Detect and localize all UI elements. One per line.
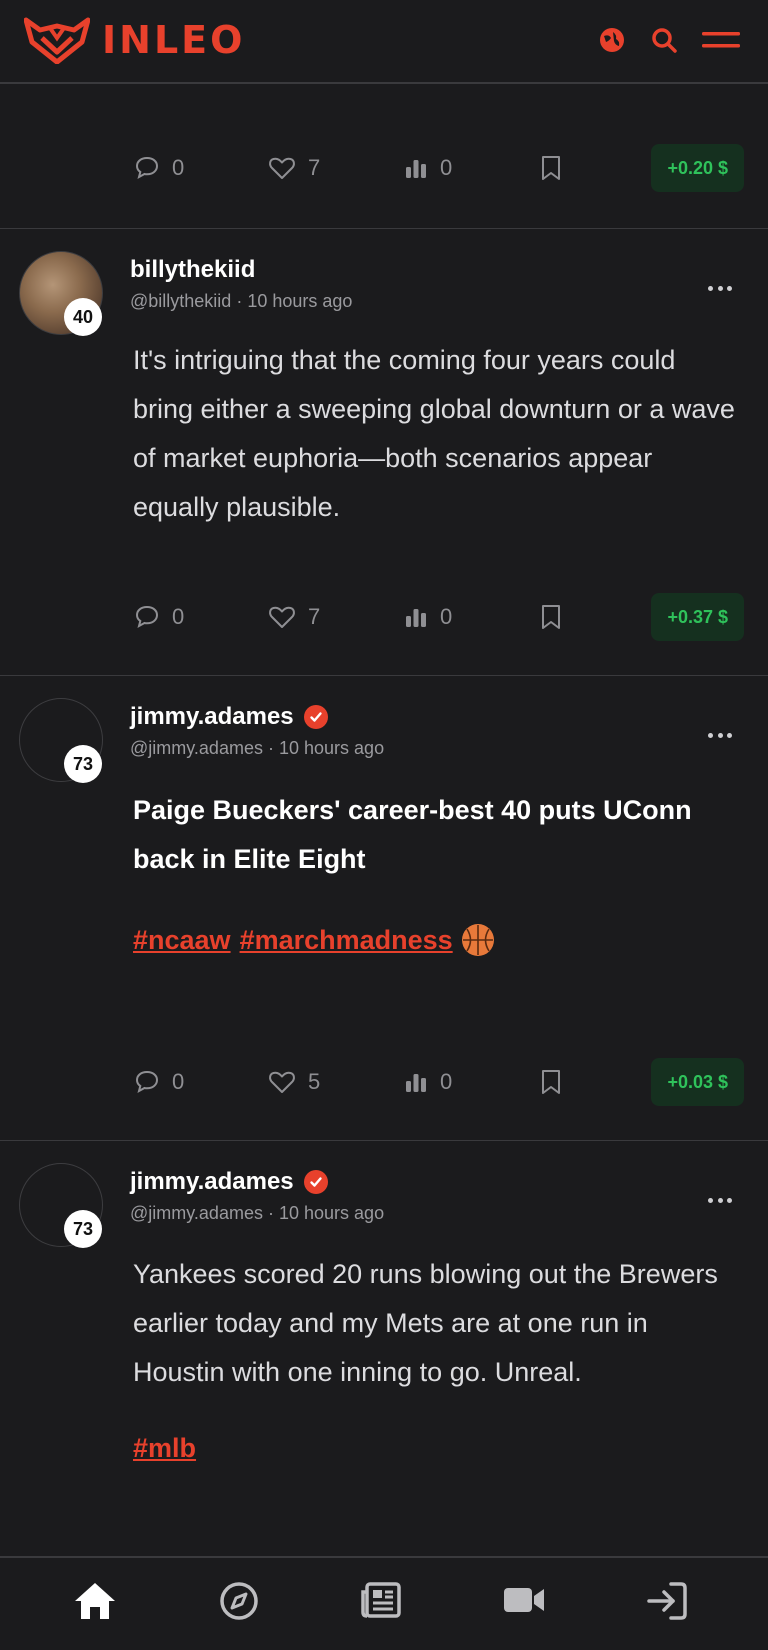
like-button[interactable]: 7 (268, 593, 320, 641)
post-text: It's intriguing that the coming four yea… (133, 345, 735, 522)
reputation-badge: 73 (64, 745, 102, 783)
comment-button[interactable]: 0 (134, 144, 184, 192)
feed-post: 0 7 0 +0.20 $ (0, 86, 768, 229)
comment-count: 0 (172, 155, 185, 180)
menu-icon[interactable] (702, 30, 740, 55)
post-actions: 0 7 0 +0.20 $ (134, 144, 744, 192)
like-button[interactable]: 7 (268, 144, 320, 192)
feed-post: 73 jimmy.adames @jimmy.adames · 10 hours… (0, 1141, 768, 1556)
bookmark-button[interactable] (540, 144, 562, 192)
search-icon[interactable] (650, 26, 678, 59)
author-name[interactable]: jimmy.adames (130, 703, 328, 731)
comment-count: 0 (172, 1069, 185, 1094)
bookmark-icon (542, 1070, 560, 1094)
hashtag-link[interactable]: #ncaaw (133, 925, 231, 956)
author-name-text: jimmy.adames (130, 703, 294, 730)
verified-badge-icon (303, 1170, 328, 1194)
basketball-icon (461, 924, 494, 956)
comment-icon (135, 156, 159, 179)
more-options-icon[interactable] (708, 283, 732, 293)
post-meta: @billythekiid · 10 hours ago (130, 291, 352, 312)
verified-badge-icon (303, 705, 328, 729)
feed-post: 73 jimmy.adames @jimmy.adames · 10 hours… (0, 676, 768, 1141)
brand-name: INLEO (102, 18, 246, 62)
meta-separator: · (267, 738, 274, 758)
vote-button[interactable]: 0 (404, 144, 452, 192)
top-header: INLEO (0, 0, 768, 84)
avatar[interactable]: 40 (19, 251, 103, 336)
reputation-badge: 73 (64, 1210, 102, 1248)
feed-post: 40 billythekiid @billythekiid · 10 hours… (0, 229, 768, 676)
login-icon[interactable] (645, 1580, 689, 1627)
author-handle[interactable]: @jimmy.adames (130, 1203, 263, 1223)
vote-button[interactable]: 0 (404, 1058, 452, 1106)
payout-badge[interactable]: +0.20 $ (651, 144, 744, 192)
comment-button[interactable]: 0 (134, 593, 184, 641)
post-time: 10 hours ago (247, 291, 353, 311)
post-time: 10 hours ago (279, 738, 385, 758)
hashtag-list: #mlb (133, 1433, 196, 1464)
lion-logo-icon (24, 17, 90, 64)
vote-count: 0 (440, 1069, 453, 1094)
hashtag-list: #ncaaw #marchmadness (133, 924, 494, 956)
bar-chart-icon (406, 1074, 426, 1092)
like-button[interactable]: 5 (268, 1058, 320, 1106)
post-title[interactable]: Paige Bueckers' career-best 40 puts UCon… (133, 786, 738, 884)
explore-icon[interactable] (218, 1580, 260, 1627)
bookmark-button[interactable] (540, 1058, 562, 1106)
like-count: 5 (308, 1069, 321, 1094)
post-text: Yankees scored 20 runs blowing out the B… (133, 1259, 718, 1387)
bar-chart-icon (406, 160, 426, 178)
comment-icon (135, 1070, 159, 1093)
payout-badge[interactable]: +0.03 $ (651, 1058, 744, 1106)
inleo-logo[interactable]: INLEO (24, 16, 245, 64)
more-options-icon[interactable] (708, 730, 732, 740)
comment-button[interactable]: 0 (134, 1058, 184, 1106)
like-count: 7 (308, 604, 321, 629)
hashtag-link[interactable]: #marchmadness (240, 925, 453, 956)
post-meta: @jimmy.adames · 10 hours ago (130, 1203, 384, 1224)
bar-chart-icon (406, 609, 426, 627)
post-actions: 0 5 0 +0.03 $ (134, 1058, 744, 1106)
post-actions: 0 7 0 +0.37 $ (134, 593, 744, 641)
reputation-badge: 40 (64, 298, 102, 336)
vote-count: 0 (440, 604, 453, 629)
author-name-text: billythekiid (130, 256, 256, 283)
heart-icon (269, 157, 295, 179)
author-handle[interactable]: @jimmy.adames (130, 738, 263, 758)
bookmark-icon (542, 605, 560, 629)
vote-count: 0 (440, 155, 453, 180)
payout-badge[interactable]: +0.37 $ (651, 593, 744, 641)
meta-separator: · (267, 1203, 274, 1223)
comment-count: 0 (172, 604, 185, 629)
like-count: 7 (308, 155, 321, 180)
articles-icon[interactable] (360, 1580, 402, 1625)
bookmark-button[interactable] (540, 593, 562, 641)
heart-icon (269, 606, 295, 628)
author-name[interactable]: billythekiid (130, 256, 255, 284)
bookmark-icon (542, 156, 560, 180)
author-handle[interactable]: @billythekiid (130, 291, 231, 311)
globe-icon[interactable] (598, 26, 626, 59)
avatar[interactable]: 73 (19, 1163, 103, 1248)
author-name-text: jimmy.adames (130, 1168, 294, 1195)
video-icon[interactable] (502, 1580, 546, 1625)
comment-icon (135, 605, 159, 628)
post-time: 10 hours ago (279, 1203, 385, 1223)
avatar[interactable]: 73 (19, 698, 103, 783)
heart-icon (269, 1071, 295, 1093)
post-meta: @jimmy.adames · 10 hours ago (130, 738, 384, 759)
home-icon[interactable] (73, 1580, 117, 1627)
vote-button[interactable]: 0 (404, 593, 452, 641)
bottom-navigation (0, 1556, 768, 1650)
hashtag-link[interactable]: #mlb (133, 1433, 196, 1464)
more-options-icon[interactable] (708, 1195, 732, 1205)
author-name[interactable]: jimmy.adames (130, 1168, 328, 1196)
meta-separator: · (236, 291, 243, 311)
